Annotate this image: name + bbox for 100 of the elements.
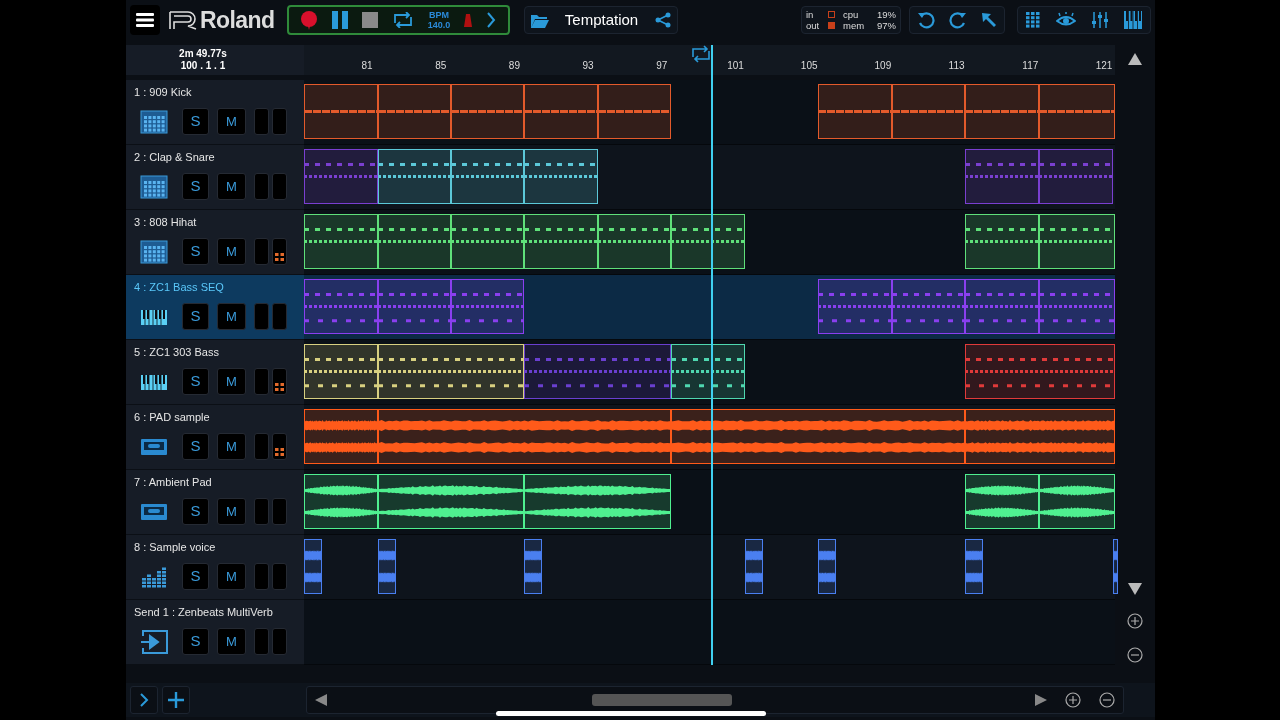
midi-clip[interactable] [378, 214, 451, 269]
midi-clip[interactable] [965, 149, 1039, 204]
chevron-right-icon[interactable] [486, 12, 497, 28]
midi-clip[interactable] [451, 214, 524, 269]
midi-clip[interactable] [598, 84, 671, 139]
midi-clip[interactable] [818, 84, 892, 139]
mute-button[interactable]: M [217, 563, 246, 590]
audio-clip[interactable] [1113, 539, 1118, 594]
loop-icon[interactable] [391, 12, 414, 28]
midi-clip[interactable] [671, 214, 745, 269]
midi-clip[interactable] [304, 149, 378, 204]
midi-clip[interactable] [524, 344, 671, 399]
expand-button[interactable] [130, 686, 158, 714]
midi-clip[interactable] [892, 279, 965, 334]
redo-icon[interactable] [949, 11, 967, 29]
scroll-right-icon[interactable] [1035, 694, 1047, 706]
zoom-out-icon[interactable] [1099, 692, 1115, 708]
midi-clip[interactable] [965, 84, 1039, 139]
midi-clip[interactable] [378, 149, 451, 204]
menu-button[interactable] [130, 5, 160, 35]
solo-button[interactable]: S [182, 628, 209, 655]
scroll-left-icon[interactable] [315, 694, 327, 706]
audio-clip[interactable] [304, 409, 378, 464]
zoom-in-icon[interactable] [1065, 692, 1081, 708]
track-header[interactable]: 7 : Ambient Pad S M [126, 470, 304, 535]
share-icon[interactable] [654, 12, 671, 28]
mute-button[interactable]: M [217, 173, 246, 200]
track-header[interactable]: 8 : Sample voice S M [126, 535, 304, 600]
activity-slot[interactable] [272, 238, 287, 265]
solo-button[interactable]: S [182, 173, 209, 200]
mute-button[interactable]: M [217, 303, 246, 330]
midi-clip[interactable] [304, 84, 378, 139]
midi-clip[interactable] [965, 344, 1115, 399]
piano-icon[interactable] [1124, 11, 1142, 29]
song-title[interactable]: Temptation [564, 8, 639, 32]
midi-clip[interactable] [451, 279, 524, 334]
midi-clip[interactable] [892, 84, 965, 139]
pointer-arrow-icon[interactable] [981, 12, 997, 28]
solo-button[interactable]: S [182, 563, 209, 590]
zoom-out-icon[interactable] [1127, 647, 1143, 663]
audio-clip[interactable] [965, 539, 983, 594]
midi-clip[interactable] [378, 279, 451, 334]
audio-clip[interactable] [304, 539, 322, 594]
horizontal-scrollbar[interactable] [306, 686, 1124, 714]
audio-clip[interactable] [671, 409, 965, 464]
track-header[interactable]: 3 : 808 Hihat S M [126, 210, 304, 275]
mute-button[interactable]: M [217, 433, 246, 460]
midi-clip[interactable] [524, 84, 598, 139]
midi-clip[interactable] [378, 84, 451, 139]
midi-clip[interactable] [451, 149, 524, 204]
midi-clip[interactable] [1039, 149, 1113, 204]
track-header[interactable]: Send 1 : Zenbeats MultiVerb S M [126, 600, 304, 665]
mute-button[interactable]: M [217, 498, 246, 525]
midi-clip[interactable] [1039, 214, 1115, 269]
undo-icon[interactable] [917, 11, 935, 29]
midi-clip[interactable] [524, 149, 598, 204]
activity-slot[interactable] [272, 368, 287, 395]
midi-clip[interactable] [818, 279, 892, 334]
mute-button[interactable]: M [217, 108, 246, 135]
solo-button[interactable]: S [182, 498, 209, 525]
add-track-button[interactable] [162, 686, 190, 714]
track-header[interactable]: 1 : 909 Kick S M [126, 80, 304, 145]
mixer-icon[interactable] [1092, 12, 1108, 28]
record-icon[interactable] [299, 10, 318, 30]
activity-slot[interactable] [272, 433, 287, 460]
track-header[interactable]: 5 : ZC1 303 Bass S M [126, 340, 304, 405]
track-header[interactable]: 6 : PAD sample S M [126, 405, 304, 470]
scroll-down-icon[interactable] [1128, 583, 1142, 595]
midi-clip[interactable] [451, 84, 524, 139]
timeline-ruler[interactable]: 81 85 89 93 97 101 105 109 113 117 121 [304, 45, 1115, 75]
scroll-up-icon[interactable] [1128, 53, 1142, 65]
mute-button[interactable]: M [217, 628, 246, 655]
midi-clip[interactable] [1039, 279, 1115, 334]
solo-button[interactable]: S [182, 368, 209, 395]
solo-button[interactable]: S [182, 433, 209, 460]
grid-icon[interactable] [1026, 12, 1040, 28]
audio-clip[interactable] [378, 539, 396, 594]
midi-clip[interactable] [598, 214, 671, 269]
track-header[interactable]: 4 : ZC1 Bass SEQ S M [126, 275, 304, 340]
mute-button[interactable]: M [217, 368, 246, 395]
stop-icon[interactable] [361, 12, 378, 28]
mute-button[interactable]: M [217, 238, 246, 265]
bpm-display[interactable]: BPM 140.0 [427, 10, 451, 30]
audio-clip[interactable] [965, 409, 1115, 464]
playhead[interactable] [711, 45, 714, 665]
solo-button[interactable]: S [182, 238, 209, 265]
solo-button[interactable]: S [182, 108, 209, 135]
scroll-thumb[interactable] [592, 694, 732, 706]
midi-clip[interactable] [965, 279, 1039, 334]
metronome-icon[interactable] [464, 13, 473, 27]
midi-clip[interactable] [671, 344, 745, 399]
midi-clip[interactable] [524, 214, 598, 269]
audio-clip[interactable] [745, 539, 763, 594]
midi-clip[interactable] [965, 214, 1039, 269]
midi-clip[interactable] [1039, 84, 1115, 139]
audio-clip[interactable] [524, 539, 542, 594]
solo-button[interactable]: S [182, 303, 209, 330]
zoom-in-icon[interactable] [1127, 613, 1143, 629]
midi-clip[interactable] [304, 214, 378, 269]
folder-icon[interactable] [530, 12, 549, 28]
